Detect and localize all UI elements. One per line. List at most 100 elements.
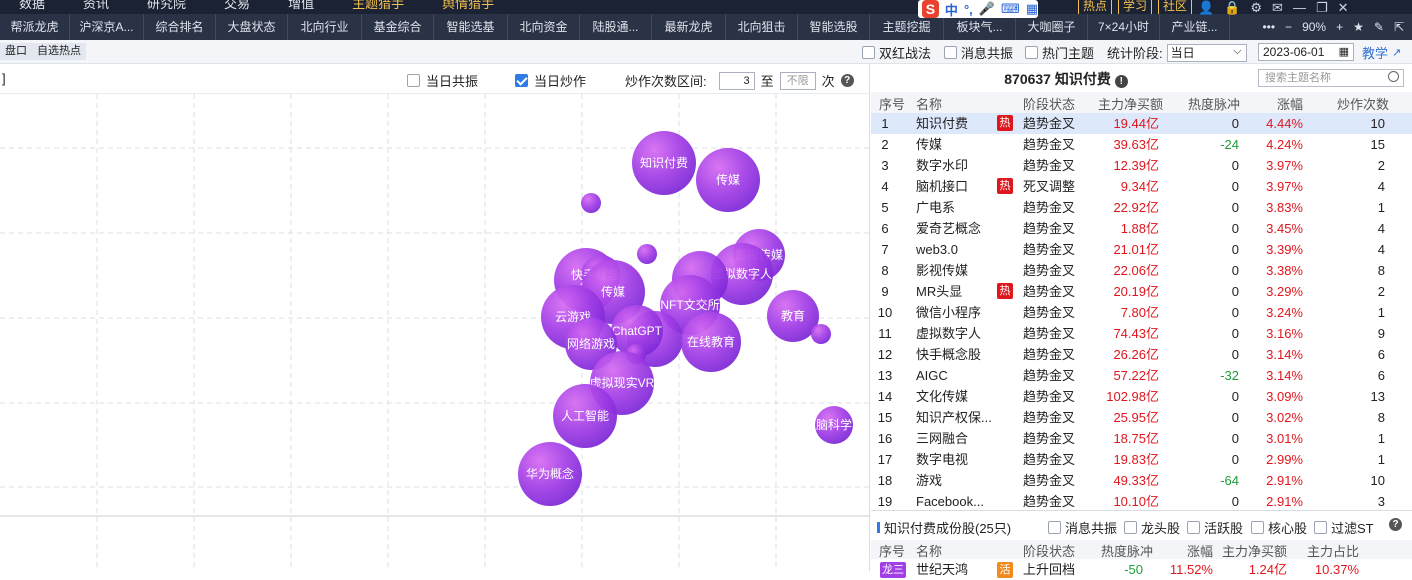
table-row[interactable]: 9 MR头显 热趋势金叉 20.19亿 0 3.29% 2 (871, 281, 1412, 302)
table-row[interactable]: 4 脑机接口 热死叉调整 9.34亿 0 3.97% 4 (871, 176, 1412, 197)
table-row[interactable]: 5 广电系 趋势金叉 22.92亿 0 3.83% 1 (871, 197, 1412, 218)
bubble-circle[interactable] (581, 193, 601, 213)
column-header[interactable]: 热度脉冲 (1089, 541, 1153, 560)
tab-item[interactable]: 产业链... (1160, 14, 1230, 40)
table-row[interactable]: 6 爱奇艺概念 趋势金叉 1.88亿 0 3.45% 4 (871, 218, 1412, 239)
search-icon[interactable] (1388, 71, 1399, 82)
filter-news-checkbox[interactable] (1048, 521, 1061, 534)
table-row[interactable]: 15 知识产权保... 趋势金叉 25.95亿 0 3.02% 8 (871, 407, 1412, 428)
constituent-row[interactable]: 龙三 世纪天鸿 活 上升回档 -50 11.52% 1.24亿 10.37% (871, 559, 1412, 580)
tab-item[interactable]: 北向狙击 (726, 14, 798, 40)
zoom-in-icon[interactable]: + (1336, 20, 1343, 34)
tab-item[interactable]: 基金综合 (362, 14, 434, 40)
edit-pen-icon[interactable]: ✎ (1374, 20, 1384, 34)
top-menu-item[interactable]: 交易 (205, 0, 269, 13)
double-red-checkbox[interactable] (862, 46, 875, 59)
lock-icon[interactable]: 🔒 (1224, 0, 1240, 16)
user-icon[interactable]: 👤 (1198, 0, 1214, 16)
tab-item[interactable]: 7×24小时 (1088, 14, 1160, 40)
column-header[interactable]: 主力净买额 (1093, 94, 1163, 113)
keyboard-icon[interactable]: ⌨ (1001, 1, 1020, 17)
column-header[interactable]: 热度脉冲 (1176, 94, 1240, 113)
stock-name[interactable]: 世纪天鸿 (916, 559, 968, 580)
table-row[interactable]: 1 知识付费 热趋势金叉 19.44亿 0 4.44% 10 (871, 113, 1412, 134)
day-hype-checkbox[interactable] (515, 74, 528, 87)
settings-gear-icon[interactable]: ⚙ (1250, 0, 1262, 16)
share-icon[interactable]: ⇱ (1394, 20, 1404, 34)
punctuation-icon[interactable]: °, (964, 2, 973, 17)
range-min-input[interactable]: 3 (718, 71, 755, 90)
constituent-help-icon[interactable]: ? (1389, 518, 1402, 531)
table-row[interactable]: 17 数字电视 趋势金叉 19.83亿 0 2.99% 1 (871, 449, 1412, 470)
help-icon[interactable]: ? (840, 74, 854, 87)
day-resonance-checkbox[interactable] (407, 74, 420, 87)
column-header[interactable]: 涨幅 (1249, 94, 1303, 113)
theme-bubble[interactable] (581, 193, 601, 213)
column-header[interactable]: 主力净买额 (1219, 541, 1287, 560)
tab-item[interactable]: 北向行业 (288, 14, 362, 40)
info-icon[interactable]: ! (1114, 75, 1128, 88)
theme-bubble[interactable]: 人工智能 (553, 384, 617, 448)
top-right-link[interactable]: 热点 (1078, 0, 1113, 14)
tab-item[interactable]: 智能选基 (434, 14, 508, 40)
date-input[interactable]: 2023-06-01 ▦ (1258, 43, 1354, 61)
filter-leader-checkbox[interactable] (1124, 521, 1137, 534)
column-header[interactable]: 序号 (879, 541, 909, 560)
filter-st-option[interactable]: 过滤ST (1314, 518, 1374, 537)
filter-active-option[interactable]: 活跃股 (1187, 518, 1243, 537)
table-row[interactable]: 8 影视传媒 趋势金叉 22.06亿 0 3.38% 8 (871, 260, 1412, 281)
microphone-icon[interactable]: 🎤 (979, 1, 995, 17)
day-resonance-option[interactable]: 当日共振 (407, 71, 478, 90)
table-row[interactable]: 3 数字水印 趋势金叉 12.39亿 0 3.97% 2 (871, 155, 1412, 176)
zoom-out-icon[interactable]: − (1285, 20, 1292, 34)
more-icon[interactable]: ••• (1262, 20, 1275, 34)
tab-item[interactable]: 大盘状态 (216, 14, 288, 40)
theme-bubble[interactable]: 脑科学 (815, 406, 853, 444)
restore-icon[interactable]: ❐ (1316, 0, 1328, 16)
theme-bubble[interactable] (811, 324, 831, 344)
tab-item[interactable]: 智能选股 (798, 14, 870, 40)
filter-leader-option[interactable]: 龙头股 (1124, 518, 1180, 537)
news-resonance-option[interactable]: 消息共振 (944, 43, 1013, 62)
table-row[interactable]: 10 微信小程序 趋势金叉 7.80亿 0 3.24% 1 (871, 302, 1412, 323)
column-header[interactable]: 名称 (916, 94, 996, 113)
tab-item[interactable]: 陆股通... (580, 14, 652, 40)
tab-item[interactable]: 北向资金 (508, 14, 580, 40)
theme-bubble[interactable] (637, 244, 657, 264)
filter-active-checkbox[interactable] (1187, 521, 1200, 534)
table-row[interactable]: 19 Facebook... 趋势金叉 10.10亿 0 2.91% 3 (871, 491, 1412, 512)
table-row[interactable]: 13 AIGC 趋势金叉 57.22亿 -32 3.14% 6 (871, 365, 1412, 386)
top-menu-item[interactable]: 研究院 (128, 0, 205, 13)
tab-item[interactable]: 最新龙虎 (652, 14, 726, 40)
top-right-link[interactable]: 社区 (1158, 0, 1193, 14)
filter-core-checkbox[interactable] (1251, 521, 1264, 534)
filter-core-option[interactable]: 核心股 (1251, 518, 1307, 537)
table-row[interactable]: 18 游戏 趋势金叉 49.33亿 -64 2.91% 10 (871, 470, 1412, 491)
theme-search-input[interactable]: 搜索主题名称 (1258, 69, 1404, 87)
news-resonance-checkbox[interactable] (944, 46, 957, 59)
double-red-option[interactable]: 双红战法 (862, 43, 931, 62)
stage-dropdown[interactable]: 当日 (1166, 43, 1247, 62)
table-row[interactable]: 7 web3.0 趋势金叉 21.01亿 0 3.39% 4 (871, 239, 1412, 260)
tab-item[interactable]: 帮派龙虎 (0, 14, 70, 40)
day-hype-option[interactable]: 当日炒作 (515, 71, 586, 90)
table-row[interactable]: 12 快手概念股 趋势金叉 26.26亿 0 3.14% 6 (871, 344, 1412, 365)
theme-bubble[interactable]: 在线教育 (681, 312, 741, 372)
bubble-circle[interactable] (811, 324, 831, 344)
ime-toolbar[interactable]: S 中 °, 🎤 ⌨ ▦ (918, 0, 1038, 18)
grid-icon[interactable]: ▦ (1026, 1, 1038, 17)
theme-bubble[interactable]: 知识付费 (632, 131, 696, 195)
table-row[interactable]: 16 三网融合 趋势金叉 18.75亿 0 3.01% 1 (871, 428, 1412, 449)
top-menu-item[interactable]: 数据 (0, 0, 64, 13)
minimize-icon[interactable]: — (1293, 0, 1306, 16)
tab-item[interactable]: 综合排名 (144, 14, 216, 40)
top-menu-item[interactable]: 主题猎手 (333, 0, 423, 13)
column-header[interactable]: 主力占比 (1299, 541, 1359, 560)
column-header[interactable]: 序号 (879, 94, 909, 113)
message-icon[interactable]: ✉ (1272, 0, 1283, 16)
top-menu-item[interactable]: 舆情猎手 (423, 0, 513, 13)
close-icon[interactable]: ✕ (1338, 0, 1349, 16)
tutorial-link[interactable]: 教学 ↗ (1362, 43, 1401, 62)
theme-bubble[interactable]: 传媒 (696, 148, 760, 212)
top-right-link[interactable]: 学习 (1118, 0, 1153, 14)
